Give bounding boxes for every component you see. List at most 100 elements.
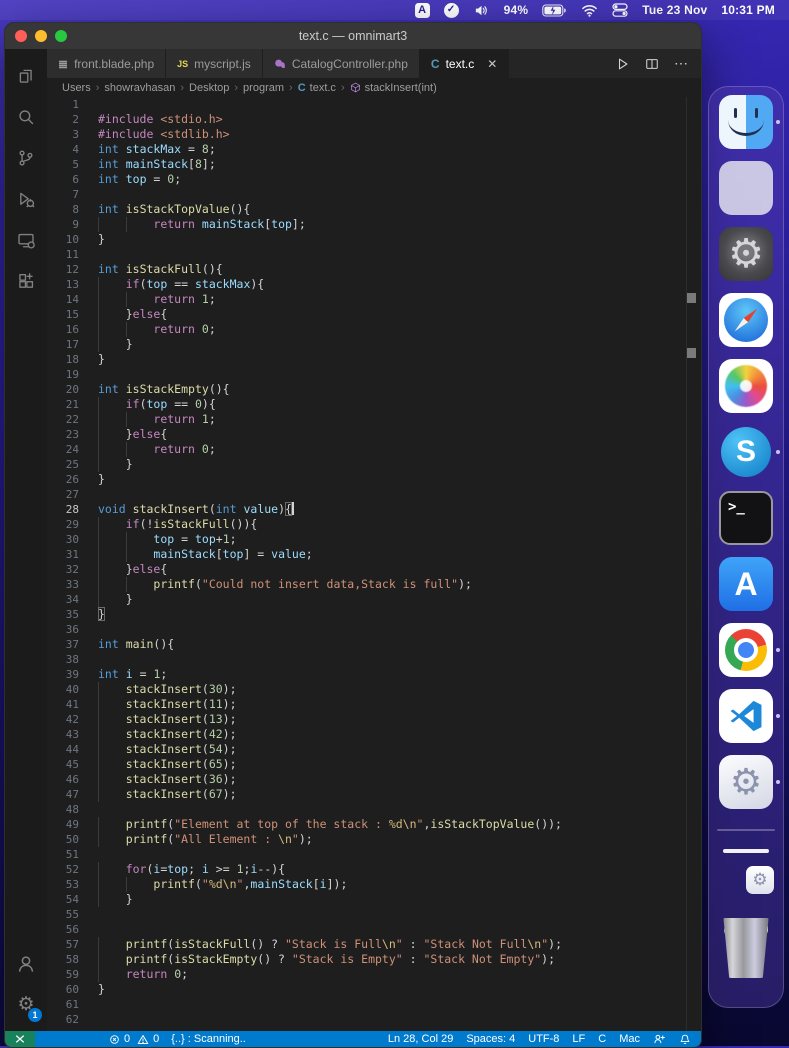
title-bar[interactable]: text.c — omnimart3 xyxy=(5,23,701,49)
scrollbar-track[interactable] xyxy=(686,97,687,1031)
dock-item-minimized-window-gear[interactable]: ⚙ xyxy=(746,866,774,894)
feedback-icon[interactable] xyxy=(653,1033,666,1046)
input-source-icon[interactable]: A xyxy=(415,3,430,18)
code-line-11[interactable]: 11 xyxy=(47,247,701,262)
dock-item-trash[interactable] xyxy=(719,908,773,990)
code-line-14[interactable]: 14 return 1; xyxy=(47,292,701,307)
code-line-7[interactable]: 7 xyxy=(47,187,701,202)
breadcrumb-item-stackInsert(int)[interactable]: stackInsert(int) xyxy=(350,82,437,94)
focus-check-icon[interactable]: ✓ xyxy=(444,3,459,18)
code-line-41[interactable]: 41 stackInsert(11); xyxy=(47,697,701,712)
dock-item-app-store[interactable]: A xyxy=(719,557,773,611)
dock-item-finder[interactable] xyxy=(719,95,773,149)
code-line-55[interactable]: 55 xyxy=(47,907,701,922)
code-line-43[interactable]: 43 stackInsert(42); xyxy=(47,727,701,742)
dock-item-launchpad[interactable] xyxy=(719,161,773,215)
code-line-60[interactable]: 60} xyxy=(47,982,701,997)
notifications-bell-icon[interactable] xyxy=(679,1033,691,1046)
remote-explorer-icon[interactable] xyxy=(5,219,47,260)
code-line-21[interactable]: 21 if(top == 0){ xyxy=(47,397,701,412)
search-icon[interactable] xyxy=(5,96,47,137)
breadcrumb-item-program[interactable]: program xyxy=(243,82,284,94)
code-line-42[interactable]: 42 stackInsert(13); xyxy=(47,712,701,727)
code-line-27[interactable]: 27 xyxy=(47,487,701,502)
code-line-22[interactable]: 22 return 1; xyxy=(47,412,701,427)
keymap-status[interactable]: Mac xyxy=(619,1034,640,1045)
code-line-4[interactable]: 4int stackMax = 8; xyxy=(47,142,701,157)
dock-item-photos[interactable] xyxy=(719,359,773,413)
code-line-18[interactable]: 18} xyxy=(47,352,701,367)
code-line-45[interactable]: 45 stackInsert(65); xyxy=(47,757,701,772)
tab-text.c[interactable]: Ctext.c✕ xyxy=(420,49,509,78)
code-line-25[interactable]: 25 } xyxy=(47,457,701,472)
problems-status[interactable]: 0 0 xyxy=(109,1034,159,1045)
code-line-2[interactable]: 2#include <stdio.h> xyxy=(47,112,701,127)
code-line-51[interactable]: 51 xyxy=(47,847,701,862)
code-line-16[interactable]: 16 return 0; xyxy=(47,322,701,337)
code-line-6[interactable]: 6int top = 0; xyxy=(47,172,701,187)
code-line-49[interactable]: 49 printf("Element at top of the stack :… xyxy=(47,817,701,832)
code-line-10[interactable]: 10} xyxy=(47,232,701,247)
code-line-24[interactable]: 24 return 0; xyxy=(47,442,701,457)
volume-icon[interactable] xyxy=(473,3,490,18)
tab-front.blade.php[interactable]: ≣front.blade.php xyxy=(47,49,166,78)
encoding-status[interactable]: UTF-8 xyxy=(528,1034,559,1045)
tab-myscript.js[interactable]: JSmyscript.js xyxy=(166,49,263,78)
code-line-8[interactable]: 8int isStackTopValue(){ xyxy=(47,202,701,217)
run-and-debug-icon[interactable] xyxy=(5,178,47,219)
code-line-40[interactable]: 40 stackInsert(30); xyxy=(47,682,701,697)
code-line-3[interactable]: 3#include <stdlib.h> xyxy=(47,127,701,142)
dock-item-terminal[interactable]: >_ xyxy=(719,491,773,545)
wifi-icon[interactable] xyxy=(581,4,598,17)
code-line-62[interactable]: 62 xyxy=(47,1012,701,1027)
code-line-44[interactable]: 44 stackInsert(54); xyxy=(47,742,701,757)
code-line-54[interactable]: 54 } xyxy=(47,892,701,907)
code-line-13[interactable]: 13 if(top == stackMax){ xyxy=(47,277,701,292)
run-button[interactable] xyxy=(616,57,630,71)
code-line-30[interactable]: 30 top = top+1; xyxy=(47,532,701,547)
battery-charging-icon[interactable] xyxy=(542,4,567,17)
code-line-39[interactable]: 39int i = 1; xyxy=(47,667,701,682)
dock-item-system-settings[interactable]: ⚙ xyxy=(719,227,773,281)
menu-bar-clock[interactable]: 10:31 PM xyxy=(721,4,775,16)
dock-item-utility-gear-app[interactable]: ⚙ xyxy=(719,755,773,809)
code-line-57[interactable]: 57 printf(isStackFull() ? "Stack is Full… xyxy=(47,937,701,952)
dock-item-safari[interactable] xyxy=(719,293,773,347)
code-line-53[interactable]: 53 printf("%d\n",mainStack[i]); xyxy=(47,877,701,892)
minimize-window-button[interactable] xyxy=(35,30,47,42)
code-line-15[interactable]: 15 }else{ xyxy=(47,307,701,322)
settings-icon[interactable]: ⚙1 xyxy=(5,984,47,1025)
control-center-icon[interactable] xyxy=(612,2,628,18)
cursor-position-status[interactable]: Ln 28, Col 29 xyxy=(388,1034,453,1045)
dock-item-minimized-window-bar[interactable] xyxy=(723,849,769,853)
code-line-50[interactable]: 50 printf("All Element : \n"); xyxy=(47,832,701,847)
code-line-58[interactable]: 58 printf(isStackEmpty() ? "Stack is Emp… xyxy=(47,952,701,967)
code-line-35[interactable]: 35} xyxy=(47,607,701,622)
code-line-32[interactable]: 32 }else{ xyxy=(47,562,701,577)
code-line-47[interactable]: 47 stackInsert(67); xyxy=(47,787,701,802)
menu-bar-date[interactable]: Tue 23 Nov xyxy=(642,4,707,16)
dock-item-chrome[interactable] xyxy=(719,623,773,677)
source-control-icon[interactable] xyxy=(5,137,47,178)
code-line-5[interactable]: 5int mainStack[8]; xyxy=(47,157,701,172)
code-line-37[interactable]: 37int main(){ xyxy=(47,637,701,652)
more-actions-button[interactable]: ⋯ xyxy=(674,55,688,72)
eol-status[interactable]: LF xyxy=(572,1034,585,1045)
code-line-52[interactable]: 52 for(i=top; i >= 1;i--){ xyxy=(47,862,701,877)
code-line-17[interactable]: 17 } xyxy=(47,337,701,352)
code-line-31[interactable]: 31 mainStack[top] = value; xyxy=(47,547,701,562)
code-line-29[interactable]: 29 if(!isStackFull()){ xyxy=(47,517,701,532)
dock-item-vscode[interactable] xyxy=(719,689,773,743)
code-line-33[interactable]: 33 printf("Could not insert data,Stack i… xyxy=(47,577,701,592)
indentation-status[interactable]: Spaces: 4 xyxy=(466,1034,515,1045)
code-line-9[interactable]: 9 return mainStack[top]; xyxy=(47,217,701,232)
breadcrumb-item-Desktop[interactable]: Desktop xyxy=(189,82,229,94)
code-line-46[interactable]: 46 stackInsert(36); xyxy=(47,772,701,787)
code-line-23[interactable]: 23 }else{ xyxy=(47,427,701,442)
scanner-status[interactable]: {..} : Scanning.. xyxy=(171,1034,246,1045)
code-line-26[interactable]: 26} xyxy=(47,472,701,487)
code-line-28[interactable]: 28void stackInsert(int value){ xyxy=(47,502,701,517)
dock-item-skype[interactable]: S xyxy=(721,427,771,477)
code-editor[interactable]: 12#include <stdio.h>3#include <stdlib.h>… xyxy=(47,97,701,1031)
code-line-61[interactable]: 61 xyxy=(47,997,701,1012)
